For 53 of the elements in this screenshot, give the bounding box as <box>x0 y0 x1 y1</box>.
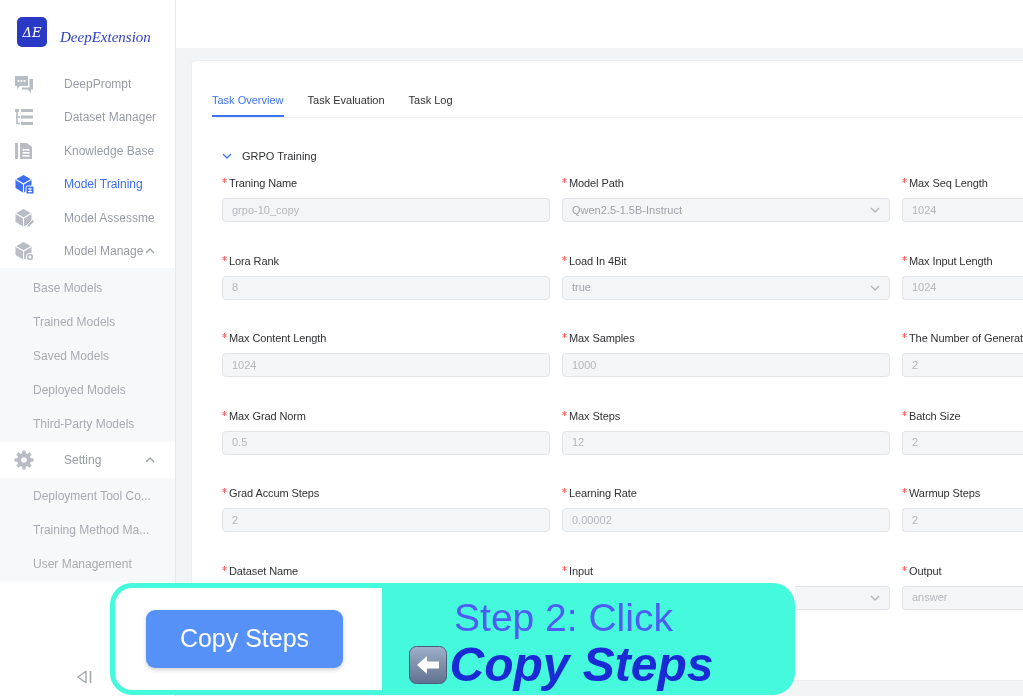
chevron-down-icon <box>870 284 880 291</box>
chat-icon <box>14 73 34 94</box>
brand-name: DeepExtension <box>60 29 151 46</box>
menu-item[interactable]: Knowledge Base <box>0 134 175 168</box>
submenu-item[interactable]: Trained Models <box>0 305 175 339</box>
field-label: Max Seq Length <box>909 176 988 191</box>
field-label: Learning Rate <box>569 486 637 501</box>
menu-item[interactable]: DeepPrompt <box>0 67 175 101</box>
field-label: Max Input Length <box>909 253 993 269</box>
field-label: The Number of Generat <box>909 331 1023 346</box>
field-label: Traning Name <box>229 176 298 191</box>
section-title[interactable]: GRPO Training <box>242 148 317 164</box>
cube-icon <box>14 207 34 228</box>
menu-item[interactable]: Model Manage <box>0 234 175 268</box>
cube-icon <box>14 241 34 262</box>
field-label: Load In 4Bit <box>569 253 627 269</box>
chevron-down-icon[interactable] <box>222 153 232 159</box>
field-label: Model Path <box>569 176 624 191</box>
chevron-down-icon <box>870 207 880 213</box>
field-label: Max Content Length <box>229 331 327 346</box>
submenu-item[interactable]: Base Models <box>0 271 175 305</box>
field-label: Lora Rank <box>229 253 279 269</box>
copy-steps-button[interactable]: Copy Steps <box>146 610 343 668</box>
field-label: Dataset Name <box>229 563 299 579</box>
tab[interactable]: Task Evaluation <box>307 92 385 117</box>
submenu-item[interactable]: User Management <box>0 547 175 581</box>
field-label: Max Samples <box>569 331 635 346</box>
field-label: Input <box>569 563 593 579</box>
submenu-item[interactable]: Deployed Models <box>0 373 175 407</box>
menu-item[interactable]: Dataset Manager <box>0 100 175 134</box>
menu-item[interactable]: Model Assessme <box>0 201 175 235</box>
field-label: Grad Accum Steps <box>229 486 320 501</box>
submenu-item[interactable]: Saved Models <box>0 339 175 373</box>
cube-icon <box>14 174 34 195</box>
list-icon <box>14 107 34 128</box>
submenu-item[interactable]: Deployment Tool Co... <box>0 479 175 513</box>
field-label: Max Grad Norm <box>229 408 306 424</box>
field-label: Max Steps <box>569 408 621 424</box>
field-label: Warmup Steps <box>909 486 981 501</box>
submenu-item[interactable]: Third-Party Models <box>0 407 175 441</box>
field-label: Batch Size <box>909 408 961 424</box>
collapse-sidebar-icon[interactable] <box>75 668 93 686</box>
submenu-item[interactable]: Training Method Ma... <box>0 513 175 547</box>
settings-icon <box>14 450 34 470</box>
callout-action-text: Copy Steps <box>449 638 715 693</box>
field-label: Output <box>909 563 942 579</box>
tab[interactable]: Task Overview <box>212 92 284 117</box>
menu-item[interactable]: Model Training <box>0 167 175 201</box>
chevron-down-icon <box>870 594 880 601</box>
app-logo: ΔE <box>17 17 47 47</box>
menu-item[interactable]: Setting <box>0 442 175 478</box>
tab[interactable]: Task Log <box>408 92 453 117</box>
document-icon <box>14 140 34 161</box>
